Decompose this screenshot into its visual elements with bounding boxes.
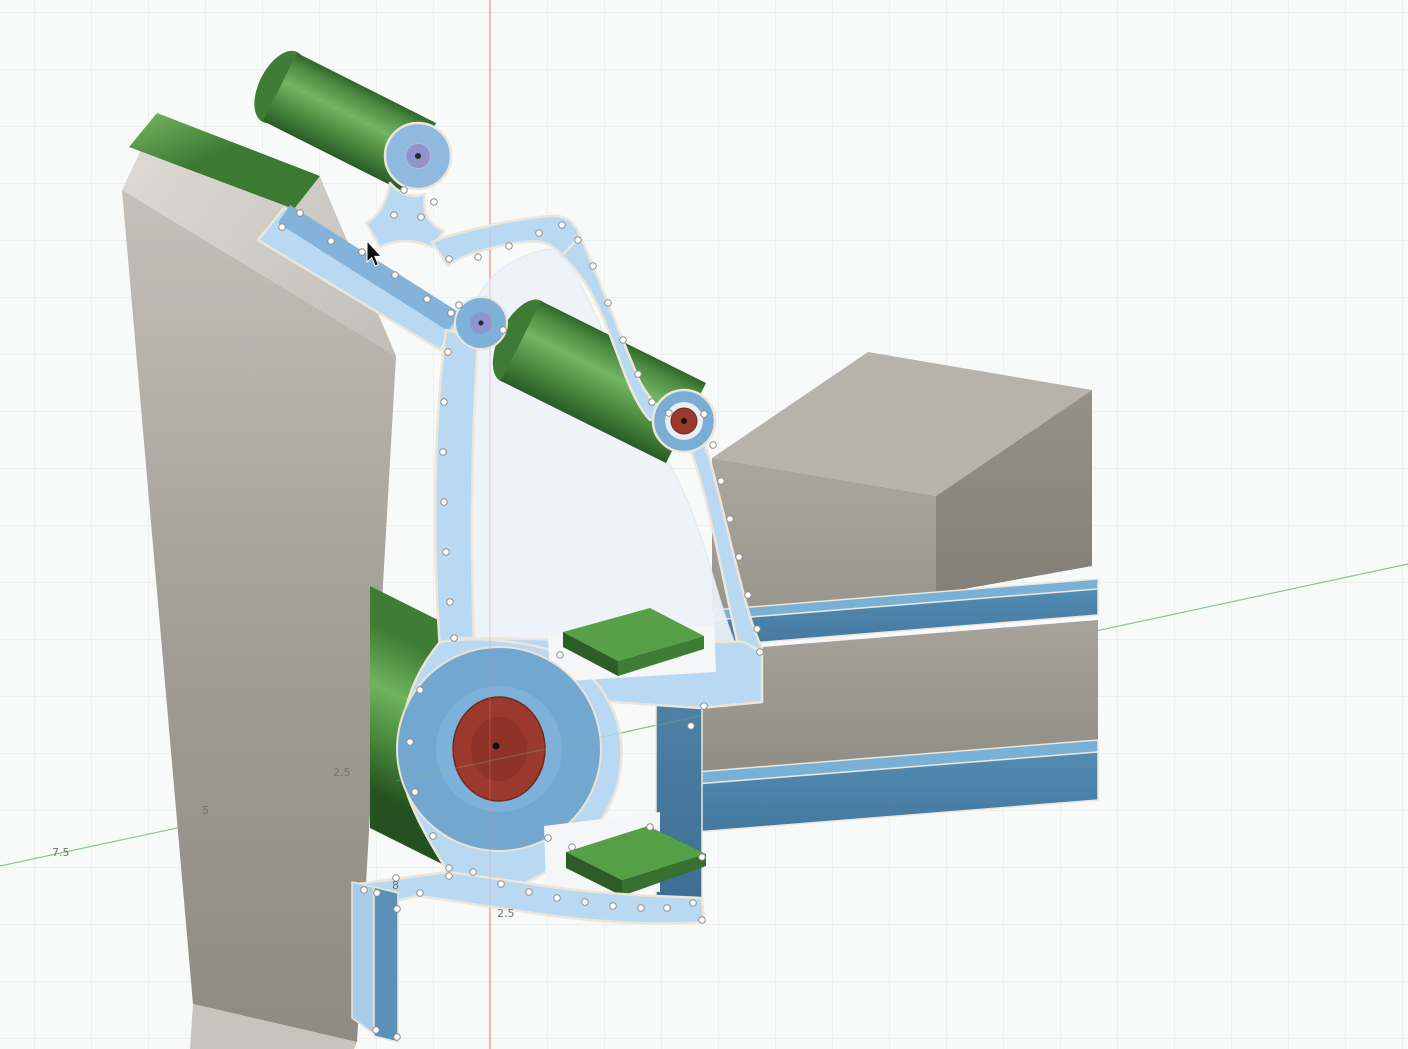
strip-light-face[interactable]	[351, 881, 375, 1035]
sketch-point[interactable]	[417, 213, 425, 221]
sketch-point[interactable]	[525, 888, 533, 896]
sketch-point[interactable]	[296, 209, 304, 217]
sketch-point[interactable]	[442, 548, 450, 556]
sketch-point[interactable]	[700, 702, 708, 710]
sketch-point[interactable]	[429, 832, 437, 840]
sketch-point[interactable]	[416, 686, 424, 694]
sketch-point[interactable]	[278, 223, 286, 231]
sketch-point[interactable]	[393, 905, 401, 913]
sketch-point[interactable]	[553, 894, 561, 902]
sketch-point[interactable]	[445, 864, 453, 872]
sketch-point[interactable]	[411, 788, 419, 796]
sketch-point[interactable]	[735, 553, 743, 561]
sketch-point[interactable]	[372, 1026, 380, 1034]
sketch-point[interactable]	[698, 853, 706, 861]
sketch-point[interactable]	[423, 295, 431, 303]
boss-center-point[interactable]	[492, 742, 500, 750]
sketch-point[interactable]	[756, 648, 764, 656]
sketch-point[interactable]	[469, 868, 477, 876]
hub-cap[interactable]	[454, 296, 508, 350]
dimension-label: 2.5	[497, 907, 515, 920]
sketch-point[interactable]	[406, 738, 414, 746]
sketch-point[interactable]	[474, 253, 482, 261]
bottom-left-strips[interactable]	[351, 881, 399, 1043]
section-left-rail[interactable]	[433, 328, 480, 650]
mid-cap-point[interactable]	[681, 418, 687, 424]
sketch-point[interactable]	[444, 348, 452, 356]
sketch-point[interactable]	[663, 904, 671, 912]
viewport-canvas[interactable]: 7.5 5 2.5 8 2.5	[0, 0, 1408, 1049]
sketch-point[interactable]	[556, 651, 564, 659]
sketch-point[interactable]	[400, 186, 408, 194]
sketch-point[interactable]	[604, 299, 612, 307]
sketch-point[interactable]	[440, 398, 448, 406]
sketch-point[interactable]	[373, 889, 381, 897]
dimension-label: 2.5	[333, 766, 351, 779]
sketch-point[interactable]	[744, 591, 752, 599]
dimension-label: 5	[202, 804, 209, 817]
sketch-point[interactable]	[646, 823, 654, 831]
sketch-point[interactable]	[450, 634, 458, 642]
sketch-point[interactable]	[665, 409, 673, 417]
sketch-point[interactable]	[544, 834, 552, 842]
sketch-point[interactable]	[558, 221, 566, 229]
sketch-point[interactable]	[439, 448, 447, 456]
boss-hole-shade	[471, 717, 527, 781]
sketch-point[interactable]	[689, 899, 697, 907]
sketch-point[interactable]	[709, 441, 717, 449]
sketch-point[interactable]	[358, 248, 366, 256]
sketch-point[interactable]	[505, 242, 513, 250]
dimension-label: 7.5	[52, 846, 70, 859]
sketch-point[interactable]	[698, 916, 706, 924]
sketch-point[interactable]	[391, 271, 399, 279]
sketch-point[interactable]	[499, 326, 507, 334]
sketch-point[interactable]	[455, 301, 463, 309]
cad-viewport[interactable]: 7.5 5 2.5 8 2.5	[0, 0, 1408, 1049]
sketch-point[interactable]	[446, 598, 454, 606]
sketch-point[interactable]	[430, 198, 438, 206]
sketch-point[interactable]	[717, 477, 725, 485]
sketch-point[interactable]	[589, 262, 597, 270]
sketch-point[interactable]	[619, 336, 627, 344]
sketch-point[interactable]	[700, 410, 708, 418]
central-boss[interactable]	[396, 646, 602, 852]
sketch-point[interactable]	[581, 898, 589, 906]
middle-cylinder-cap[interactable]	[651, 388, 717, 454]
sketch-point[interactable]	[609, 902, 617, 910]
sketch-point[interactable]	[390, 211, 398, 219]
sketch-point[interactable]	[648, 398, 656, 406]
sketch-point[interactable]	[447, 309, 455, 317]
sketch-point[interactable]	[687, 722, 695, 730]
sketch-point[interactable]	[445, 255, 453, 263]
sketch-point[interactable]	[568, 843, 576, 851]
sketch-point[interactable]	[726, 515, 734, 523]
sketch-point[interactable]	[393, 1033, 401, 1041]
dimension-label: 8	[392, 879, 399, 892]
hub-cap-point[interactable]	[478, 320, 484, 326]
sketch-point[interactable]	[416, 889, 424, 897]
sketch-point[interactable]	[637, 904, 645, 912]
sketch-point[interactable]	[360, 886, 368, 894]
sketch-point[interactable]	[535, 229, 543, 237]
sketch-point[interactable]	[440, 498, 448, 506]
top-cap-point[interactable]	[415, 153, 421, 159]
sketch-point[interactable]	[497, 880, 505, 888]
sketch-point[interactable]	[327, 237, 335, 245]
sketch-point[interactable]	[445, 872, 453, 880]
sketch-point[interactable]	[634, 370, 642, 378]
sketch-point[interactable]	[574, 236, 582, 244]
sketch-point[interactable]	[753, 625, 761, 633]
top-cylinder-cap[interactable]	[383, 121, 453, 191]
